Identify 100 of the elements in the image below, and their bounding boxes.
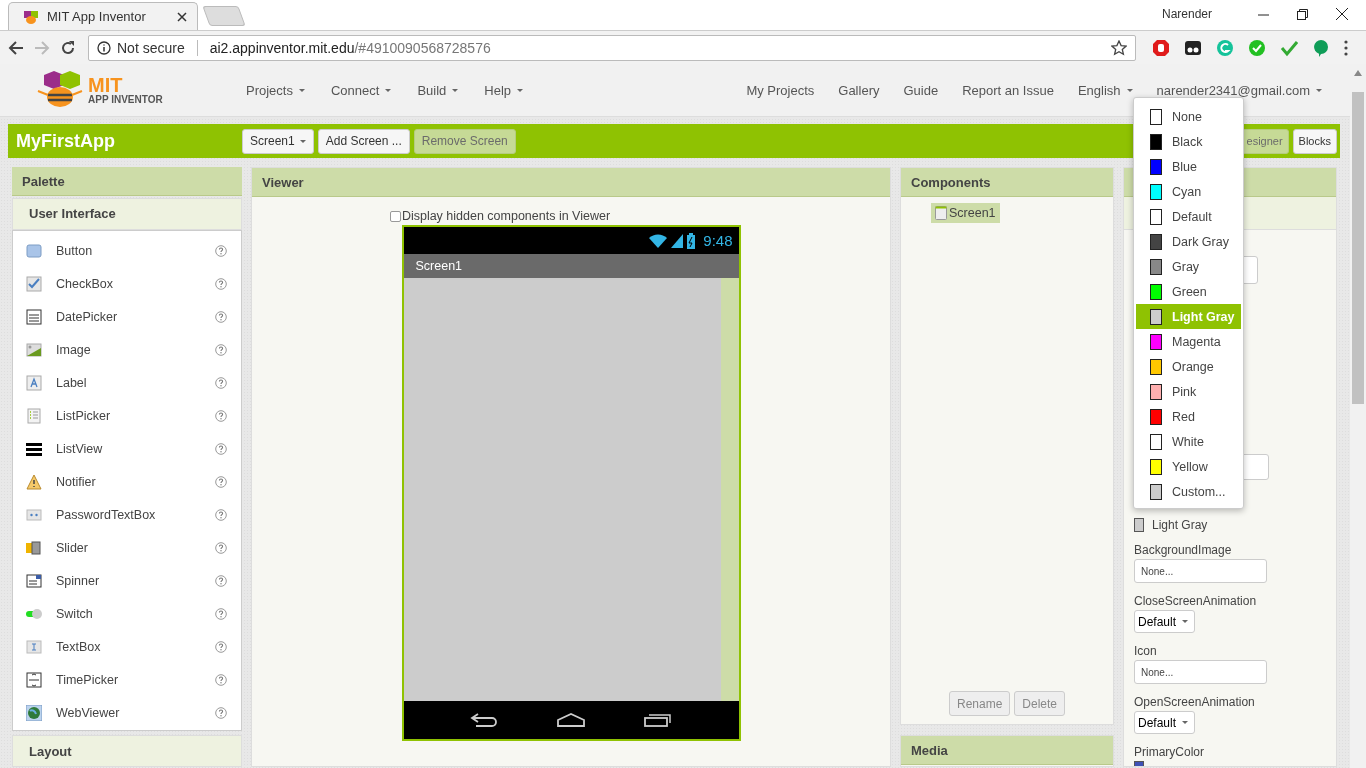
help-icon[interactable] (215, 377, 227, 389)
menu-item[interactable]: Help (484, 82, 524, 98)
color-option[interactable]: Magenta (1136, 329, 1241, 354)
help-icon[interactable] (215, 278, 227, 290)
help-icon[interactable] (215, 707, 227, 719)
palette-item[interactable]: Notifier (56, 475, 201, 489)
menu-item[interactable]: Connect (330, 82, 392, 98)
help-icon[interactable] (215, 608, 227, 620)
back-icon[interactable] (470, 713, 498, 727)
info-icon[interactable] (97, 40, 111, 55)
color-option[interactable]: Gray (1136, 254, 1241, 279)
check-circle-icon[interactable] (1248, 38, 1266, 57)
file-picker-field[interactable]: None... (1134, 559, 1267, 583)
color-option[interactable]: None (1136, 104, 1241, 129)
palette-item[interactable]: Slider (56, 541, 201, 555)
panel-header: Palette (12, 167, 242, 196)
palette-item[interactable]: ListPicker (56, 409, 201, 423)
restore-icon[interactable] (1297, 8, 1308, 20)
checkbox[interactable] (389, 210, 401, 222)
nav-link[interactable]: My Projects (746, 82, 815, 98)
screen-dropdown[interactable]: Screen1 (242, 128, 314, 154)
dropdown-button[interactable]: Default (1134, 711, 1196, 734)
help-icon[interactable] (215, 410, 227, 422)
scroll-up-icon[interactable] (1354, 70, 1362, 76)
checkbox-label[interactable]: Display hidden components in Viewer (401, 209, 611, 223)
palette-item[interactable]: Image (56, 343, 201, 357)
palette-item[interactable]: CheckBox (56, 277, 201, 291)
palette-item[interactable]: PasswordTextBox (56, 508, 201, 522)
property-label: OpenScreenAnimation (1134, 695, 1255, 709)
color-option[interactable]: Blue (1136, 154, 1241, 179)
toolbar-button[interactable]: Add Screen ... (317, 128, 410, 154)
palette-category[interactable]: Layout (12, 735, 242, 767)
property-label: BackgroundImage (1134, 543, 1232, 557)
back-arrow-icon[interactable] (8, 39, 24, 56)
scrollbar-thumb[interactable] (1352, 92, 1364, 404)
help-icon[interactable] (215, 476, 227, 488)
password-icon (26, 507, 42, 523)
tree-item[interactable]: Screen1 (931, 203, 1000, 223)
color-value[interactable]: Light Gray (1152, 518, 1208, 532)
help-icon[interactable] (215, 542, 227, 554)
help-icon[interactable] (215, 674, 227, 686)
color-option[interactable]: Cyan (1136, 179, 1241, 204)
url-text: ai2.appinventor.mit.edu/#4910090568728576 (209, 39, 492, 56)
menu-icon[interactable] (1344, 39, 1348, 56)
help-icon[interactable] (215, 344, 227, 356)
help-icon[interactable] (215, 245, 227, 257)
palette-item[interactable]: TimePicker (56, 673, 201, 687)
toolbar-button[interactable]: Blocks (1292, 128, 1337, 154)
screen-icon (935, 206, 947, 220)
chat-bubble-icon[interactable] (1312, 38, 1330, 57)
dropdown-button[interactable]: Default (1134, 610, 1196, 633)
color-option[interactable]: Yellow (1136, 454, 1241, 479)
forward-arrow-icon[interactable] (34, 39, 50, 56)
menu-item[interactable]: Projects (246, 82, 305, 98)
color-swatch[interactable] (1134, 518, 1144, 532)
recent-apps-icon[interactable] (644, 713, 672, 727)
palette-item[interactable]: WebViewer (56, 706, 201, 720)
palette-item[interactable]: ListView (56, 442, 201, 456)
help-icon[interactable] (215, 575, 227, 587)
reload-icon[interactable] (60, 39, 76, 56)
color-option[interactable]: Black (1136, 129, 1241, 154)
nav-link[interactable]: Report an Issue (962, 82, 1054, 98)
battery-icon (687, 232, 696, 249)
color-option[interactable]: Pink (1136, 379, 1241, 404)
color-option[interactable]: Orange (1136, 354, 1241, 379)
help-icon[interactable] (215, 641, 227, 653)
profile-name[interactable]: Narender (1161, 7, 1212, 21)
nav-link[interactable]: Gallery (838, 82, 880, 98)
language-menu[interactable]: English (1077, 82, 1133, 98)
star-icon[interactable] (1111, 39, 1127, 56)
palette-item[interactable]: DatePicker (56, 310, 201, 324)
palette-item[interactable]: Button (56, 244, 201, 258)
file-picker-field[interactable]: None... (1134, 660, 1267, 684)
color-option[interactable]: Custom... (1136, 479, 1241, 504)
palette-item[interactable]: Spinner (56, 574, 201, 588)
palette-item[interactable]: TextBox (56, 640, 201, 654)
nav-link[interactable]: Guide (903, 82, 939, 98)
menu-item[interactable]: Build (417, 82, 459, 98)
account-menu[interactable]: narender2341@gmail.com (1156, 82, 1322, 98)
close-icon[interactable] (177, 11, 187, 22)
glasses-icon[interactable] (1184, 38, 1202, 57)
color-option[interactable]: White (1136, 429, 1241, 454)
help-icon[interactable] (215, 311, 227, 323)
color-option[interactable]: Green (1136, 279, 1241, 304)
close-icon[interactable] (1336, 8, 1348, 20)
new-tab-button[interactable] (202, 6, 246, 26)
address-bar[interactable]: Not secure ai2.appinventor.mit.edu/#4910090568728576 (88, 34, 1136, 61)
home-icon[interactable] (556, 713, 586, 727)
property-label: PrimaryColor (1134, 745, 1204, 759)
palette-category[interactable]: User Interface (12, 198, 242, 230)
color-option[interactable]: Dark Gray (1136, 229, 1241, 254)
wifi-icon (649, 233, 668, 248)
palette-item[interactable]: Label (56, 376, 201, 390)
screen-title: Screen1 (403, 254, 739, 278)
palette-item[interactable]: Switch (56, 607, 201, 621)
browser-tab[interactable]: MIT App Inventor (8, 2, 198, 30)
color-option[interactable]: Red (1136, 404, 1241, 429)
help-icon[interactable] (215, 443, 227, 455)
spinner-icon (26, 573, 42, 589)
help-icon[interactable] (215, 509, 227, 521)
